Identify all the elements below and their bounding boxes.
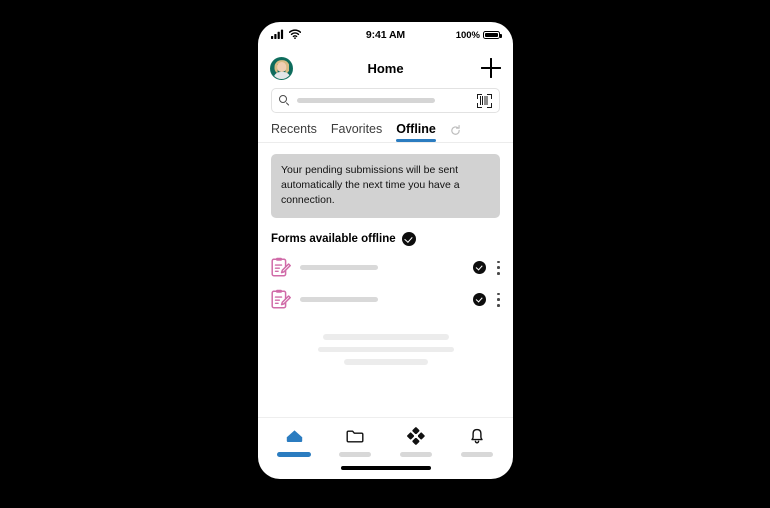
list-item[interactable]	[271, 257, 500, 278]
wifi-icon	[288, 26, 302, 44]
barcode-scan-icon[interactable]	[477, 93, 492, 108]
avatar-face	[276, 62, 287, 72]
list-item[interactable]	[271, 289, 500, 310]
cellular-signal-icon	[271, 26, 285, 44]
tab-recents-label: Recents	[271, 122, 317, 136]
nav-item-files[interactable]	[325, 427, 386, 457]
kebab-menu-icon[interactable]	[497, 260, 500, 275]
home-indicator-bar	[258, 457, 513, 479]
tab-recents[interactable]: Recents	[271, 122, 317, 142]
offline-info-banner: Your pending submissions will be sent au…	[271, 154, 500, 218]
nav-item-apps-label	[399, 452, 432, 457]
page-title: Home	[367, 60, 404, 76]
nav-item-files-label	[339, 452, 372, 457]
placeholder-line	[322, 334, 449, 340]
folder-icon	[345, 427, 366, 445]
apps-grid-icon	[405, 427, 426, 445]
status-bar: 9:41 AM 100%	[258, 22, 513, 48]
plus-icon[interactable]	[481, 58, 501, 78]
check-circle-filled-icon[interactable]	[473, 293, 486, 307]
kebab-menu-icon[interactable]	[497, 292, 500, 307]
battery-percent-label: 100%	[455, 29, 480, 41]
nav-item-notifications[interactable]	[446, 427, 507, 457]
search-bar[interactable]	[271, 88, 500, 113]
bell-notification-icon	[466, 427, 487, 445]
list-item-title	[300, 264, 378, 271]
search-section	[258, 88, 513, 113]
screenshot-canvas: 9:41 AM 100% Home Recents Favorites Offl…	[0, 0, 770, 508]
phone-mockup: 9:41 AM 100% Home Recents Favorites Offl…	[258, 22, 513, 479]
placeholder-line	[317, 346, 454, 353]
tab-bar-trailing	[450, 125, 461, 142]
tab-active-underline	[396, 139, 436, 142]
check-circle-filled-icon[interactable]	[473, 261, 486, 275]
search-input[interactable]	[297, 98, 435, 103]
tab-bar: Recents Favorites Offline	[258, 113, 513, 143]
search-icon	[279, 95, 290, 107]
tab-offline[interactable]: Offline	[396, 122, 436, 142]
avatar-body	[273, 71, 290, 79]
content-placeholder	[271, 334, 500, 365]
form-clipboard-edit-icon	[271, 257, 291, 278]
nav-item-notifications-label	[460, 452, 493, 457]
nav-item-apps[interactable]	[386, 427, 447, 457]
form-clipboard-edit-icon	[271, 289, 291, 310]
home-icon	[284, 427, 305, 445]
tab-favorites[interactable]: Favorites	[331, 122, 382, 142]
tab-favorites-label: Favorites	[330, 122, 383, 136]
offline-section-header: Forms available offline	[271, 231, 500, 247]
user-avatar[interactable]	[270, 56, 293, 80]
check-circle-filled-icon	[401, 231, 417, 247]
app-header: Home	[258, 48, 513, 88]
nav-item-home[interactable]	[264, 427, 325, 457]
placeholder-line	[343, 359, 428, 365]
bottom-navigation	[258, 417, 513, 457]
list-item-actions	[473, 292, 500, 307]
sync-refresh-icon[interactable]	[450, 125, 461, 136]
list-item-actions	[473, 260, 500, 275]
status-bar-left	[271, 26, 302, 44]
list-item-title	[300, 296, 378, 303]
status-bar-right: 100%	[455, 29, 502, 41]
tab-offline-label: Offline	[396, 122, 436, 136]
main-content: Your pending submissions will be sent au…	[258, 143, 513, 417]
offline-section-title: Forms available offline	[271, 232, 396, 245]
battery-full-icon	[483, 30, 502, 40]
